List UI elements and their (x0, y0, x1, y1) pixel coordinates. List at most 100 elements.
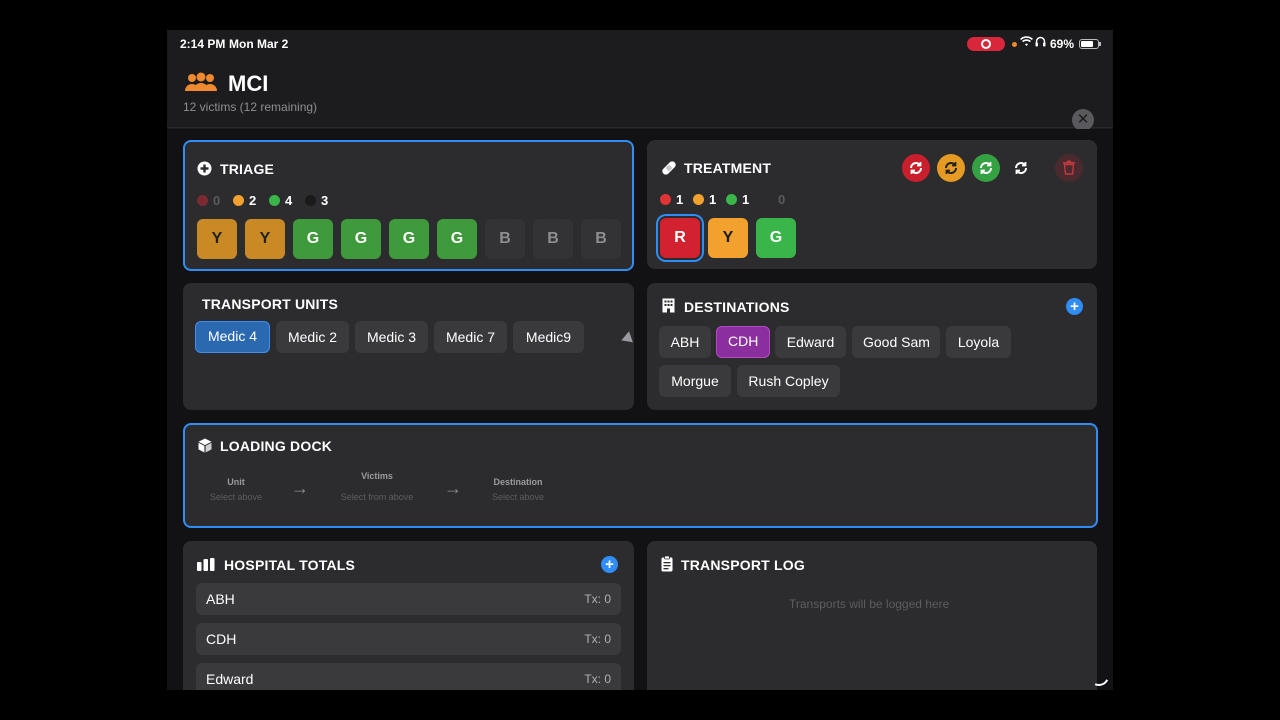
triage-victim-tile[interactable]: G (437, 219, 477, 259)
unit-button-medic-4[interactable]: Medic 4 (195, 321, 270, 353)
green-dot-icon (269, 195, 280, 206)
destination-button-cdh[interactable]: CDH (716, 326, 770, 358)
unit-button-medic-7[interactable]: Medic 7 (434, 321, 507, 353)
triage-victim-tile[interactable]: G (389, 219, 429, 259)
yellow-dot-icon (693, 194, 704, 205)
microphone-indicator-icon (1012, 42, 1017, 47)
clipboard-icon (661, 555, 673, 577)
treatment-victim-tile[interactable]: Y (708, 218, 748, 258)
treatment-count-yellow: 1 (693, 192, 716, 207)
hospital-row[interactable]: CDH Tx: 0 (196, 623, 621, 655)
destination-button-good-sam[interactable]: Good Sam (852, 326, 940, 358)
unit-button-medic-3[interactable]: Medic 3 (355, 321, 428, 353)
destination-button-morgue[interactable]: Morgue (659, 365, 731, 397)
yellow-dot-icon (233, 195, 244, 206)
battery-percent: 69% (1050, 37, 1075, 51)
treatment-victim-tile[interactable]: G (756, 218, 796, 258)
bandage-icon (661, 160, 677, 181)
ipad-screen: 2:14 PM Mon Mar 2 69% MCI 12 victims (12… (167, 30, 1113, 690)
treatment-count-black: 0 (762, 192, 785, 207)
red-refresh-icon[interactable] (902, 154, 930, 182)
hospital-totals-card: HOSPITAL TOTALS + ABH Tx: 0 CDH Tx: 0 Ed… (183, 541, 634, 690)
loading-dock-card: LOADING DOCK Unit Select above → Victims… (183, 423, 1098, 528)
triage-victim-tile[interactable]: G (341, 219, 381, 259)
loading-dock-title: LOADING DOCK (220, 438, 333, 454)
unit-button-medic-2[interactable]: Medic 2 (276, 321, 349, 353)
yellow-refresh-icon[interactable] (937, 154, 965, 182)
people-group-icon (184, 72, 218, 94)
dock-step-destination-hint: Select above (491, 492, 545, 502)
triage-count-red: 0 (197, 193, 220, 208)
dock-step-destination-label: Destination (493, 477, 543, 487)
white-refresh-icon[interactable] (1007, 154, 1035, 182)
hospital-tx-count: Tx: 0 (584, 632, 611, 646)
add-hospital-button[interactable]: + (601, 556, 618, 573)
transport-units-title: TRANSPORT UNITS (202, 296, 338, 312)
building-icon (662, 298, 675, 318)
destinations-card: DESTINATIONS + ABH CDH Edward Good Sam L… (647, 283, 1097, 410)
status-date: Mon Mar 2 (229, 37, 289, 51)
hospital-tx-count: Tx: 0 (584, 592, 611, 606)
transport-log-title: TRANSPORT LOG (681, 557, 805, 573)
green-refresh-icon[interactable] (972, 154, 1000, 182)
close-button[interactable]: ✕ (1072, 109, 1094, 131)
transport-log-card: TRANSPORT LOG Transports will be logged … (647, 541, 1097, 690)
black-dot-icon (305, 195, 316, 206)
arrow-right-icon: → (444, 478, 462, 498)
hospital-totals-title: HOSPITAL TOTALS (224, 557, 356, 573)
triage-count-yellow: 2 (233, 193, 256, 208)
red-dot-icon (197, 195, 208, 206)
triage-victim-tile[interactable]: B (485, 219, 525, 259)
hospital-name: Edward (206, 671, 254, 687)
wifi-icon (1020, 36, 1033, 50)
triage-victim-tile[interactable]: Y (245, 219, 285, 259)
red-dot-icon (660, 194, 671, 205)
triage-count-black: 3 (305, 193, 328, 208)
destination-button-loyola[interactable]: Loyola (946, 326, 1011, 358)
destination-button-rush-copley[interactable]: Rush Copley (737, 365, 840, 397)
box-icon (198, 438, 212, 458)
status-time: 2:14 PM (180, 37, 226, 51)
hospital-tx-count: Tx: 0 (584, 672, 611, 686)
black-dot-icon (762, 194, 773, 205)
unit-button-medic9[interactable]: Medic9 (513, 321, 584, 353)
treatment-card[interactable]: TREATMENT 1 1 1 0 R Y G (647, 140, 1097, 269)
treatment-count-red: 1 (660, 192, 683, 207)
trash-icon[interactable] (1055, 154, 1083, 182)
destination-button-abh[interactable]: ABH (659, 326, 711, 358)
triage-card[interactable]: TRIAGE 0 2 4 3 Y Y G G G G B B B (183, 140, 634, 271)
destination-button-edward[interactable]: Edward (775, 326, 846, 358)
plus-circle-icon (197, 161, 212, 181)
triage-count-green: 4 (269, 193, 292, 208)
dock-step-victims-hint: Select from above (340, 492, 414, 502)
page-title: MCI (228, 71, 269, 96)
green-dot-icon (726, 194, 737, 205)
battery-icon (1079, 39, 1101, 49)
treatment-victim-tile[interactable]: R (660, 218, 700, 258)
hospital-row[interactable]: ABH Tx: 0 (196, 583, 621, 615)
triage-victim-tile[interactable]: Y (197, 219, 237, 259)
triage-victim-tile[interactable]: B (581, 219, 621, 259)
status-bar: 2:14 PM Mon Mar 2 69% (167, 30, 1113, 58)
treatment-count-green: 1 (726, 192, 749, 207)
bar-chart-icon (197, 558, 215, 576)
arrow-right-icon: → (291, 478, 309, 498)
mci-header: MCI 12 victims (12 remaining) ✕ (167, 58, 1113, 131)
victims-summary: 12 victims (12 remaining) (183, 100, 318, 114)
dock-step-unit-hint: Select above (209, 492, 263, 502)
hospital-name: CDH (206, 631, 237, 647)
dashboard-content: TRIAGE 0 2 4 3 Y Y G G G G B B B TREATME… (167, 129, 1113, 690)
treatment-title: TREATMENT (684, 160, 772, 176)
dock-step-unit-label: Unit (227, 477, 245, 487)
triage-victim-tile[interactable]: B (533, 219, 573, 259)
add-destination-button[interactable]: + (1066, 298, 1083, 315)
hospital-name: ABH (206, 591, 235, 607)
screen-recording-icon (967, 37, 1005, 51)
triage-title: TRIAGE (220, 161, 275, 177)
dock-step-victims-label: Victims (361, 471, 393, 481)
headphones-icon (1035, 36, 1046, 50)
triage-victim-tile[interactable]: G (293, 219, 333, 259)
destinations-title: DESTINATIONS (684, 299, 790, 315)
transport-log-empty: Transports will be logged here (789, 597, 950, 611)
hospital-row[interactable]: Edward Tx: 0 (196, 663, 621, 690)
